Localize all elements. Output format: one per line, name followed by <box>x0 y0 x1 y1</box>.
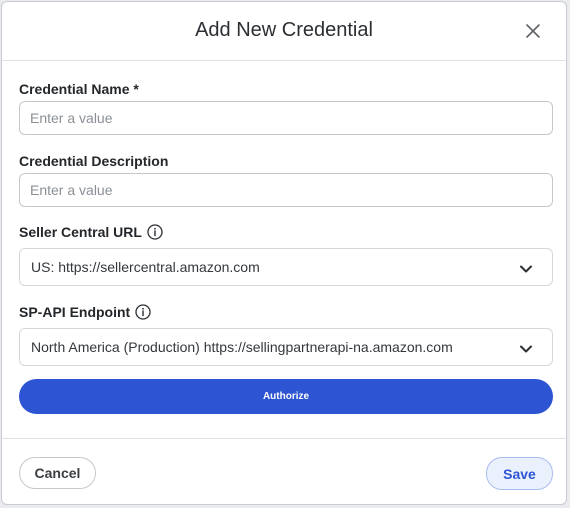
info-icon[interactable] <box>147 224 163 240</box>
seller-central-url-select[interactable]: US: https://sellercentral.amazon.com <box>19 248 553 286</box>
sp-api-endpoint-label-text: SP-API Endpoint <box>19 304 131 320</box>
chevron-down-icon <box>519 342 533 354</box>
credential-name-input[interactable] <box>19 101 553 135</box>
chevron-down-icon <box>519 262 533 274</box>
cancel-button[interactable]: Cancel <box>19 457 96 489</box>
save-button[interactable]: Save <box>486 457 553 490</box>
add-credential-dialog: Add New Credential Credential Name * Cre… <box>1 1 567 505</box>
authorize-button[interactable]: Authorize <box>19 379 553 414</box>
credential-name-label-text: Credential Name * <box>19 81 139 97</box>
credential-name-label: Credential Name * <box>19 81 139 97</box>
sp-api-endpoint-value: North America (Production) https://selli… <box>31 339 453 355</box>
seller-central-url-label-text: Seller Central URL <box>19 224 142 240</box>
dialog-title: Add New Credential <box>195 19 373 41</box>
seller-central-url-value: US: https://sellercentral.amazon.com <box>31 259 260 275</box>
sp-api-endpoint-select[interactable]: North America (Production) https://selli… <box>19 328 553 366</box>
credential-description-label: Credential Description <box>19 153 168 169</box>
seller-central-url-label: Seller Central URL <box>19 224 163 240</box>
sp-api-endpoint-label: SP-API Endpoint <box>19 304 151 320</box>
credential-description-input[interactable] <box>19 173 553 207</box>
footer-divider <box>2 438 566 439</box>
info-icon[interactable] <box>135 304 151 320</box>
close-icon[interactable] <box>524 22 542 40</box>
credential-description-label-text: Credential Description <box>19 153 169 169</box>
dialog-header: Add New Credential <box>2 2 566 61</box>
